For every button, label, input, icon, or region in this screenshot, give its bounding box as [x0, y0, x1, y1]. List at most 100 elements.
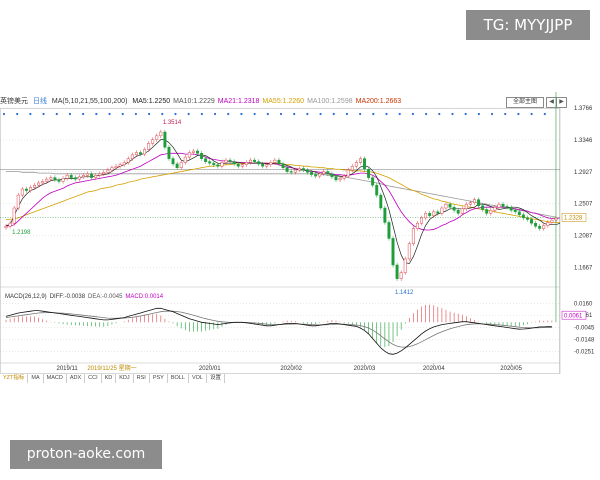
- candle-body: [546, 222, 550, 226]
- macd-current-label: 0.0061: [564, 313, 583, 319]
- tab-9[interactable]: BOLL: [168, 374, 189, 383]
- candle-body: [257, 161, 261, 165]
- signal-dot: [385, 112, 388, 116]
- candle-body: [485, 209, 489, 214]
- signal-dot: [477, 112, 480, 116]
- candle-body: [37, 182, 41, 186]
- candle-body: [432, 211, 436, 216]
- signal-dot: [161, 112, 164, 116]
- price-chart[interactable]: 1.3766 1.3346 1.2927 1.2507 1.2087 1.1667 1.23…: [0, 92, 600, 384]
- tab-8[interactable]: PSY: [150, 374, 168, 383]
- candle-body: [171, 158, 175, 165]
- tab-4[interactable]: CCI: [85, 374, 102, 383]
- candle-body: [65, 175, 69, 179]
- macd-tick-label: 0.0160: [574, 302, 593, 308]
- candle-body: [322, 171, 326, 175]
- candle-body: [481, 205, 485, 210]
- signal-dot: [266, 112, 269, 116]
- price-annotation: 1.1412: [395, 290, 414, 296]
- signal-dot: [279, 112, 283, 116]
- candle-body: [424, 213, 428, 219]
- signal-dot: [424, 112, 428, 116]
- signal-dot: [55, 112, 58, 116]
- candle-body: [175, 163, 179, 168]
- candle-body: [460, 208, 464, 214]
- candle-body: [179, 162, 183, 168]
- candle-body: [326, 171, 330, 175]
- x-tick-label: 2020/03: [354, 366, 376, 372]
- candle-body: [236, 163, 240, 167]
- candle-body: [155, 135, 159, 140]
- candle-body: [29, 187, 32, 191]
- candle-body: [69, 175, 73, 178]
- signal-dot: [213, 112, 217, 116]
- tab-2[interactable]: MACD: [44, 374, 67, 383]
- price-tick-label: 1.2507: [574, 202, 593, 208]
- candle-body: [318, 173, 322, 177]
- ma55-line: [6, 162, 560, 223]
- candle-body: [143, 149, 147, 155]
- price-annotation: 1.3514: [163, 120, 182, 126]
- signal-dot: [240, 112, 243, 116]
- candle-body: [277, 159, 281, 165]
- candle-body: [407, 243, 411, 260]
- macd-header-item: MACD:0.0014: [125, 294, 163, 300]
- macd-header-item: DIFF:-0.0038: [50, 294, 86, 300]
- signal-dot: [68, 112, 72, 116]
- candle-body: [45, 178, 49, 182]
- candle-body: [334, 176, 338, 181]
- candle-body: [517, 211, 521, 216]
- signal-dot: [451, 112, 454, 116]
- candle-body: [33, 184, 37, 188]
- candle-body: [147, 143, 151, 150]
- candle-body: [281, 163, 285, 168]
- candle-body: [358, 158, 362, 163]
- x-tick-label: 2019/11: [57, 366, 79, 372]
- signal-dot: [530, 112, 533, 116]
- candle-body: [505, 206, 509, 208]
- price-annotation: 1.2198: [12, 230, 31, 236]
- candle-body: [41, 181, 45, 184]
- candle-body: [130, 154, 134, 159]
- tab-1[interactable]: MA: [28, 374, 44, 383]
- candle-body: [440, 207, 444, 214]
- tab-5[interactable]: KD: [102, 374, 117, 383]
- candle-body: [232, 161, 236, 165]
- candle-body: [306, 169, 309, 173]
- tab-11[interactable]: 设置: [207, 374, 225, 383]
- tab-7[interactable]: RSI: [134, 374, 150, 383]
- candle-body: [338, 178, 342, 181]
- tab-0[interactable]: YZT指标: [0, 374, 29, 383]
- candle-body: [542, 225, 546, 229]
- candle-body: [289, 171, 293, 173]
- candle-body: [224, 159, 228, 163]
- candle-body: [513, 210, 517, 213]
- tab-10[interactable]: VOL: [189, 374, 207, 383]
- signal-dot: [95, 112, 98, 116]
- crosshair-date-label: 2019/11/25 星期一: [87, 364, 136, 372]
- candle-body: [90, 173, 94, 178]
- signal-dot: [517, 112, 520, 116]
- candle-body: [118, 164, 122, 167]
- candle-body: [253, 159, 256, 162]
- candle-body: [310, 172, 314, 175]
- candle-body: [183, 156, 187, 163]
- candle-body: [122, 162, 126, 165]
- signal-dot: [464, 112, 467, 116]
- candle-body: [265, 164, 269, 167]
- candle-body: [134, 152, 138, 156]
- signal-dot: [253, 112, 256, 116]
- candle-body: [346, 169, 350, 177]
- candle-body: [436, 211, 440, 214]
- candle-body: [371, 177, 375, 186]
- macd-tick-label: -0.0251: [574, 349, 595, 355]
- candle-body: [81, 175, 85, 178]
- signal-dot: [438, 112, 441, 116]
- candle-body: [126, 158, 130, 163]
- x-tick-label: 2020/04: [423, 366, 445, 372]
- price-tick-label: 1.1667: [574, 266, 593, 272]
- tab-6[interactable]: KDJ: [116, 374, 134, 383]
- tab-3[interactable]: ADX: [67, 374, 86, 383]
- dea-line: [5, 310, 552, 348]
- watermark-top-right: TG: MYYJJPP: [466, 10, 590, 40]
